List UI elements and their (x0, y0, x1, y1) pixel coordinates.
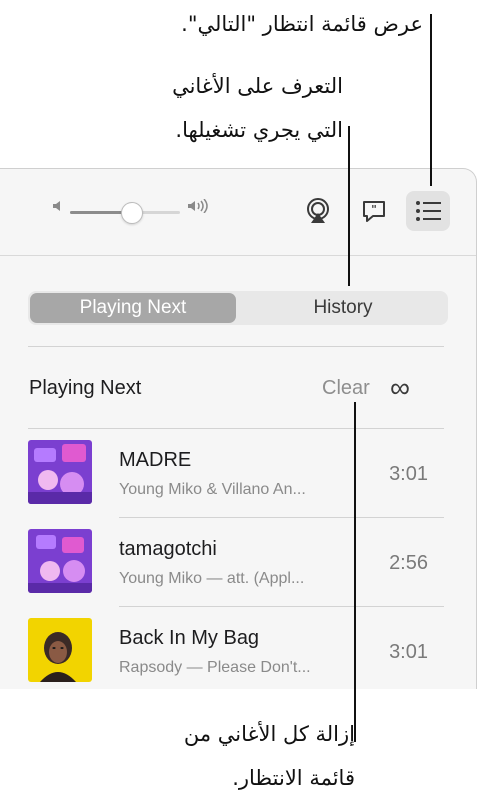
queue-panel: " Playing Next History Playing Next Clea… (0, 168, 477, 689)
lyrics-button[interactable]: " (352, 191, 396, 231)
section-divider (28, 346, 444, 347)
song-title: MADRE (119, 449, 192, 471)
song-subtitle: Rapsody — Please Don't... (119, 659, 311, 676)
tab-switcher: Playing Next History (28, 291, 448, 325)
callout-queue-text: عرض قائمة انتظار "التالي". (181, 12, 423, 36)
callout-clear-line1: إزالة كل الأغاني من (183, 722, 355, 746)
callout-lyrics-line2: التي يجري تشغيلها. (175, 118, 343, 142)
lyrics-bubble-icon: " (363, 201, 385, 222)
toolbar: " (0, 169, 476, 256)
speaker-high-icon (187, 198, 211, 216)
callout-clear-line2: قائمة الانتظار. (232, 766, 355, 790)
list-item[interactable]: Back In My Bag Rapsody — Please Don't...… (28, 607, 448, 695)
album-art (28, 440, 92, 504)
tab-playing-next[interactable]: Playing Next (30, 293, 236, 323)
section-title: Playing Next (29, 377, 142, 399)
song-duration: 3:01 (389, 463, 428, 485)
svg-text:": " (371, 203, 377, 216)
volume-slider[interactable] (70, 202, 180, 224)
song-duration: 2:56 (389, 552, 428, 574)
list-icon (416, 201, 441, 221)
callout-clear-leader (354, 402, 356, 742)
volume-knob[interactable] (120, 202, 143, 224)
song-title: tamagotchi (119, 538, 217, 560)
infinity-autoplay-button[interactable]: ∞ (390, 374, 410, 402)
queue-button[interactable] (406, 191, 450, 231)
list-item[interactable]: tamagotchi Young Miko — att. (Appl... 2:… (28, 518, 448, 606)
callout-lyrics-leader (348, 126, 350, 286)
callout-clear: إزالة كل الأغاني من قائمة الانتظار. (184, 712, 355, 800)
song-subtitle: Young Miko — att. (Appl... (119, 570, 305, 587)
tab-history[interactable]: History (240, 293, 446, 323)
callout-lyrics-line1: التعرف على الأغاني (172, 74, 343, 98)
airplay-button[interactable] (296, 191, 340, 231)
song-title: Back In My Bag (119, 627, 260, 649)
song-duration: 3:01 (389, 641, 428, 663)
song-subtitle: Young Miko & Villano An... (119, 481, 306, 498)
list-item[interactable]: MADRE Young Miko & Villano An... 3:01 (28, 429, 448, 517)
speaker-low-icon (52, 199, 66, 216)
callout-lyrics: التعرف على الأغاني التي يجري تشغيلها. (172, 64, 343, 152)
callout-queue-leader (430, 14, 432, 186)
album-art (28, 529, 92, 593)
clear-button[interactable]: Clear (322, 377, 370, 400)
callout-queue: عرض قائمة انتظار "التالي". (181, 2, 423, 46)
airplay-icon (307, 198, 329, 223)
album-art (28, 618, 92, 682)
